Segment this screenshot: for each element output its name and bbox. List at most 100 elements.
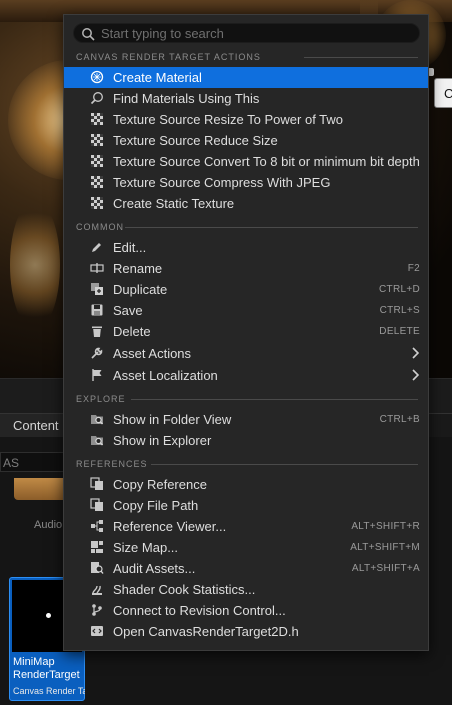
tab-content[interactable]: Content <box>0 413 64 437</box>
checker-icon <box>91 155 103 167</box>
folder-label: Audio <box>34 519 63 531</box>
section-canvas-actions: CANVAS RENDER TARGET ACTIONS <box>76 51 418 63</box>
menu-item-label: Find Materials Using This <box>113 91 260 106</box>
menu-item-convert-8bit[interactable]: Texture Source Convert To 8 bit or minim… <box>64 151 428 172</box>
menu-item-resize-power-of-two[interactable]: Texture Source Resize To Power of Two <box>64 109 428 130</box>
find-icon <box>90 92 103 105</box>
section-references: REFERENCES <box>76 458 418 470</box>
menu-item-shader-cook-statistics[interactable]: Shader Cook Statistics... <box>64 579 428 600</box>
search-icon <box>82 28 95 41</box>
content-search-input[interactable]: AS <box>0 452 64 472</box>
copy-icon <box>90 498 103 511</box>
menu-item-label: Copy File Path <box>113 498 199 513</box>
menu-item-size-map[interactable]: Size Map... ALT+SHIFT+M <box>64 537 428 558</box>
menu-item-label: Create Static Texture <box>113 196 235 211</box>
audit-icon <box>91 562 104 574</box>
menu-item-label: Duplicate <box>113 282 168 297</box>
menu-item-label: Show in Explorer <box>113 433 212 448</box>
wrench-icon <box>91 347 103 359</box>
branch-icon <box>92 604 102 616</box>
copy-icon <box>90 477 103 490</box>
menu-item-save[interactable]: Save CTRL+S <box>64 300 428 321</box>
menu-item-label: Asset Actions <box>113 346 192 361</box>
divider <box>151 464 418 465</box>
folder-search-icon <box>91 415 103 425</box>
menu-search-box[interactable] <box>73 23 420 43</box>
asset-name-line1: MiniMap <box>13 656 55 668</box>
shortcut-label: ALT+SHIFT+A <box>351 563 420 574</box>
section-label: COMMON <box>76 222 124 232</box>
menu-item-label: Open CanvasRenderTarget2D.h <box>113 624 299 639</box>
shortcut-label: CTRL+B <box>379 414 420 425</box>
menu-item-label: Copy Reference <box>113 477 207 492</box>
menu-item-edit[interactable]: Edit... <box>64 237 428 258</box>
menu-item-reference-viewer[interactable]: Reference Viewer... ALT+SHIFT+R <box>64 516 428 537</box>
asset-name: MiniMap RenderTarget <box>13 656 85 682</box>
shortcut-label: DELETE <box>379 326 420 337</box>
graph-icon <box>91 520 103 532</box>
sizemap-icon <box>91 541 103 553</box>
menu-item-label: Reference Viewer... <box>113 519 227 534</box>
trash-icon <box>92 326 102 337</box>
menu-item-compress-jpeg[interactable]: Texture Source Compress With JPEG <box>64 172 428 193</box>
menu-item-show-in-explorer[interactable]: Show in Explorer <box>64 430 428 451</box>
menu-item-label: Save <box>113 303 143 318</box>
menu-item-label: Delete <box>113 324 151 339</box>
menu-item-audit-assets[interactable]: Audit Assets... ALT+SHIFT+A <box>64 558 428 579</box>
code-icon <box>91 626 103 636</box>
section-label: EXPLORE <box>76 394 126 404</box>
menu-item-find-materials[interactable]: Find Materials Using This <box>64 88 428 109</box>
menu-item-copy-file-path[interactable]: Copy File Path <box>64 495 428 516</box>
rename-icon <box>90 263 104 273</box>
menu-item-label: Texture Source Resize To Power of Two <box>113 112 344 127</box>
flag-icon <box>92 369 102 381</box>
material-icon <box>90 70 104 84</box>
section-label: CANVAS RENDER TARGET ACTIONS <box>76 52 261 62</box>
section-explore: EXPLORE <box>76 393 418 405</box>
stats-icon <box>92 585 102 595</box>
section-common: COMMON <box>76 221 418 233</box>
checker-icon <box>91 134 103 146</box>
chevron-right-icon <box>412 369 420 381</box>
menu-item-rename[interactable]: Rename F2 <box>64 258 428 279</box>
duplicate-icon <box>91 283 103 295</box>
menu-item-delete[interactable]: Delete DELETE <box>64 321 428 342</box>
light-glow <box>10 200 60 330</box>
menu-item-open-header[interactable]: Open CanvasRenderTarget2D.h <box>64 621 428 642</box>
menu-item-copy-reference[interactable]: Copy Reference <box>64 474 428 495</box>
asset-type: Canvas Render Target 2D <box>13 686 85 696</box>
folder-search-icon <box>91 436 103 446</box>
viewport-tooltip: C <box>434 78 452 108</box>
edit-icon <box>92 243 101 252</box>
menu-item-label: Create Material <box>113 70 202 85</box>
context-menu: CANVAS RENDER TARGET ACTIONS Create Mate… <box>63 14 429 651</box>
menu-item-label: Shader Cook Statistics... <box>113 582 256 597</box>
menu-item-connect-revision-control[interactable]: Connect to Revision Control... <box>64 600 428 621</box>
preview-dot <box>46 613 51 618</box>
shortcut-label: ALT+SHIFT+R <box>351 521 420 532</box>
shortcut-label: ALT+SHIFT+M <box>350 542 420 553</box>
menu-item-label: Rename <box>113 261 163 276</box>
divider <box>304 57 418 58</box>
menu-item-label: Connect to Revision Control... <box>113 603 286 618</box>
menu-item-label: Show in Folder View <box>113 412 232 427</box>
menu-item-asset-localization[interactable]: Asset Localization <box>64 365 428 386</box>
menu-item-show-in-folder-view[interactable]: Show in Folder View CTRL+B <box>64 409 428 430</box>
checker-icon <box>91 197 103 209</box>
divider <box>125 227 418 228</box>
menu-item-label: Asset Localization <box>113 368 218 383</box>
divider <box>131 399 418 400</box>
menu-item-label: Texture Source Compress With JPEG <box>113 175 331 190</box>
menu-item-duplicate[interactable]: Duplicate CTRL+D <box>64 279 428 300</box>
menu-item-create-static-texture[interactable]: Create Static Texture <box>64 193 428 214</box>
save-icon <box>91 304 103 316</box>
section-label: REFERENCES <box>76 459 148 469</box>
menu-item-asset-actions[interactable]: Asset Actions <box>64 343 428 364</box>
checker-icon <box>91 176 103 188</box>
menu-item-label: Texture Source Reduce Size <box>113 133 278 148</box>
shortcut-label: CTRL+D <box>379 284 420 295</box>
shortcut-label: CTRL+S <box>379 305 420 316</box>
menu-item-reduce-size[interactable]: Texture Source Reduce Size <box>64 130 428 151</box>
menu-search-input[interactable] <box>101 24 411 42</box>
menu-item-create-material[interactable]: Create Material <box>64 67 428 88</box>
